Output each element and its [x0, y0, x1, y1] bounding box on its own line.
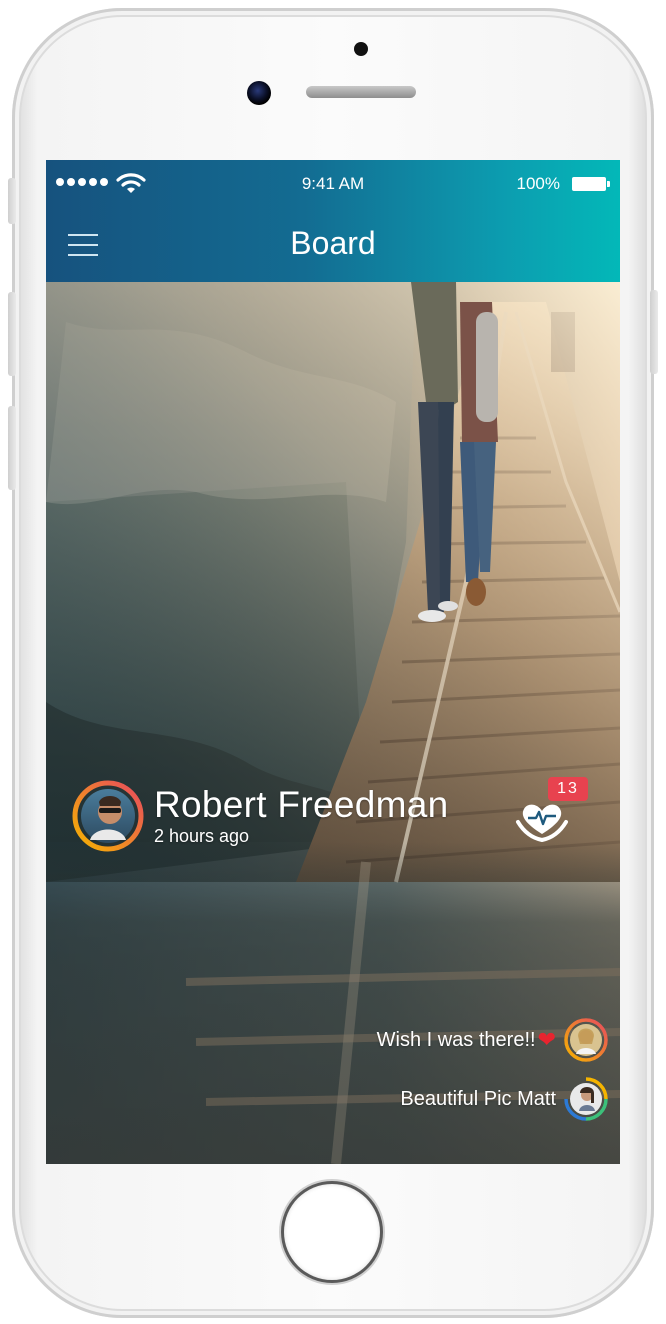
post-timestamp: 2 hours ago [154, 826, 250, 846]
page-title: Board [290, 225, 376, 261]
author-name[interactable]: Robert Freedman [154, 784, 448, 826]
like-count-badge: 13 [548, 777, 588, 801]
proximity-sensor [354, 42, 368, 56]
battery-icon [572, 177, 610, 191]
author-avatar[interactable] [72, 780, 144, 852]
volume-up-button [8, 292, 16, 376]
home-button[interactable] [284, 1184, 380, 1280]
commenter-avatar[interactable] [564, 1077, 608, 1121]
heart-hands-icon[interactable] [514, 794, 570, 846]
power-button [650, 290, 658, 374]
front-camera [247, 81, 271, 105]
commenter-avatar[interactable] [564, 1018, 608, 1062]
heart-emoji-icon: ❤ [537, 1027, 556, 1052]
battery-percentage: 100% [516, 174, 560, 193]
comment-item[interactable]: Wish I was there!! ❤ [377, 1017, 608, 1063]
app-screen: 9:41 AM 100% Board Robert Freedman 2 hou… [46, 160, 620, 1164]
mute-switch [8, 178, 16, 224]
nav-bar: Board [46, 208, 620, 282]
earpiece-speaker [306, 86, 416, 98]
comment-text: Wish I was there!! [376, 1028, 536, 1051]
status-bar: 9:41 AM 100% [46, 160, 620, 208]
comment-text: Beautiful Pic Matt [400, 1087, 556, 1110]
volume-down-button [8, 406, 16, 490]
comment-item[interactable]: Beautiful Pic Matt [400, 1076, 608, 1122]
